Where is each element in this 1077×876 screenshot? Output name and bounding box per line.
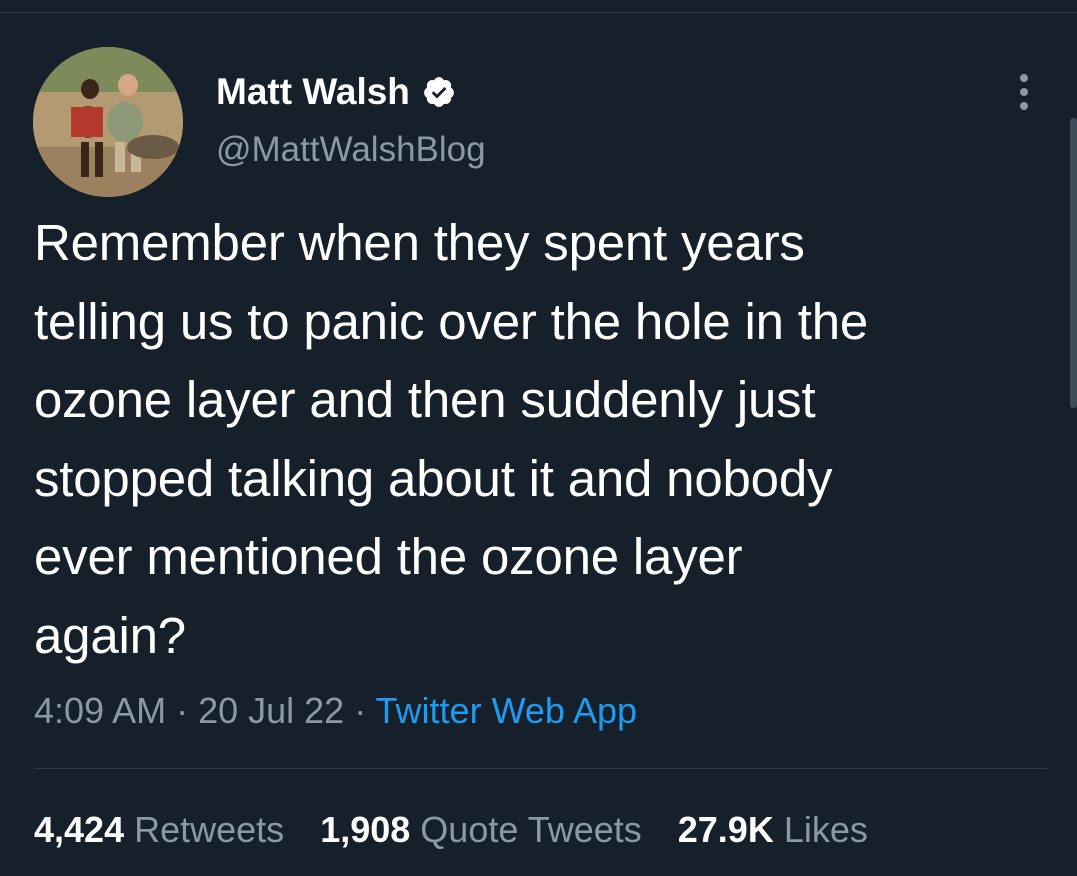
tweet-date[interactable]: 20 Jul 22 bbox=[198, 690, 344, 731]
likes-count: 27.9K bbox=[677, 809, 774, 850]
verified-badge-icon bbox=[422, 75, 456, 109]
top-divider bbox=[0, 12, 1077, 13]
tweet-time[interactable]: 4:09 AM bbox=[34, 690, 166, 731]
quote-tweets-count: 1,908 bbox=[320, 809, 411, 850]
more-options-icon[interactable] bbox=[1010, 72, 1038, 112]
scrollbar[interactable] bbox=[1070, 118, 1077, 408]
avatar[interactable] bbox=[33, 47, 183, 197]
author-display-name: Matt Walsh bbox=[216, 71, 410, 112]
meta-separator: · bbox=[166, 690, 199, 731]
tweet-stats: 4,424 Retweets 1,908 Quote Tweets 27.9K … bbox=[34, 806, 904, 854]
likes-label: Likes bbox=[783, 809, 868, 850]
meta-separator: · bbox=[344, 690, 376, 731]
likes-stat[interactable]: 27.9K Likes bbox=[678, 806, 868, 854]
tweet-text: Remember when they spent years telling u… bbox=[34, 214, 869, 664]
tweet-meta: 4:09 AM · 20 Jul 22 · Twitter Web App bbox=[34, 688, 637, 734]
author-handle[interactable]: @MattWalshBlog bbox=[216, 128, 486, 172]
profile-photo-icon bbox=[33, 47, 183, 197]
stats-divider bbox=[34, 768, 1047, 769]
retweets-count: 4,424 bbox=[34, 809, 125, 850]
retweets-label: Retweets bbox=[134, 809, 285, 850]
retweets-stat[interactable]: 4,424 Retweets bbox=[34, 806, 284, 854]
tweet-source-link[interactable]: Twitter Web App bbox=[376, 690, 637, 731]
quote-tweets-label: Quote Tweets bbox=[420, 809, 642, 850]
author-name[interactable]: Matt Walsh bbox=[216, 70, 456, 114]
quote-tweets-stat[interactable]: 1,908 Quote Tweets bbox=[320, 806, 642, 854]
